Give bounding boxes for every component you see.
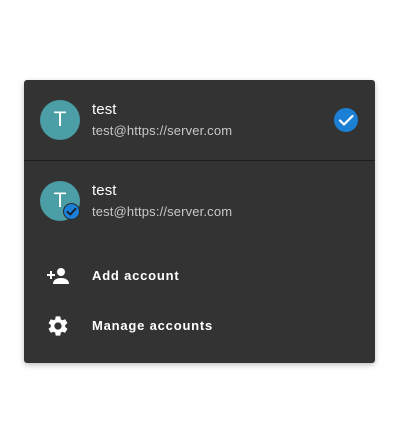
account-name: test [92,101,117,118]
check-badge-icon [63,203,80,220]
current-account-row[interactable]: T test test@https://server.com [24,80,375,160]
account-email: test@https://server.com [92,123,233,138]
manage-accounts-item[interactable]: Manage accounts [24,304,375,348]
account-switcher-menu: T test test@https://server.com T test te… [24,80,375,363]
gear-icon [48,316,68,336]
person-add-icon [47,268,69,284]
account-name: test [92,182,117,199]
add-account-label: Add account [92,268,180,283]
add-account-item[interactable]: Add account [24,254,375,298]
check-circle-icon [334,108,358,132]
avatar: T [40,100,80,140]
other-account-row[interactable]: T test test@https://server.com [24,161,375,241]
account-email: test@https://server.com [92,204,233,219]
manage-accounts-label: Manage accounts [92,318,214,333]
